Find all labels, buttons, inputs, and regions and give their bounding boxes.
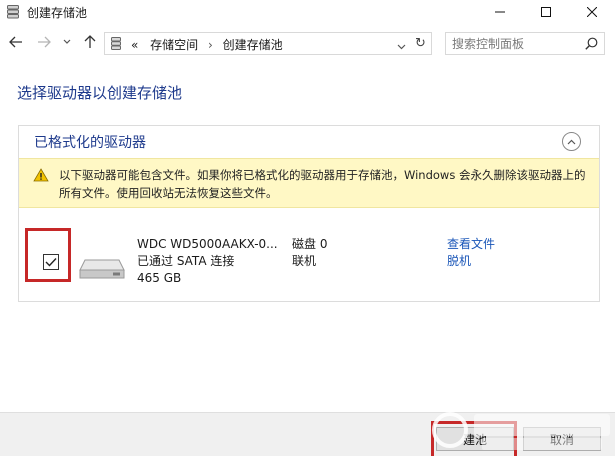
warning-icon <box>33 168 49 185</box>
navigation-bar: « 存储空间 › 创建存储池 ↻ <box>0 28 615 58</box>
search-input[interactable] <box>452 34 582 54</box>
minimize-button[interactable] <box>477 0 523 24</box>
drive-info: WDC WD5000AAKX-0... 已通过 SATA 连接 465 GB <box>137 236 278 287</box>
drive-disk-number: 磁盘 0 <box>292 237 328 251</box>
warning-text: 以下驱动器可能包含文件。如果你将已格式化的驱动器用于存储池，Windows 会永… <box>59 168 586 200</box>
drive-checkbox[interactable] <box>43 254 59 270</box>
drive-status: 联机 <box>292 254 317 268</box>
collapse-chevron-up-icon[interactable] <box>562 132 581 151</box>
storage-spaces-icon <box>7 5 19 19</box>
drive-name: WDC WD5000AAKX-0... <box>137 237 278 251</box>
drive-links: 查看文件 脱机 <box>447 236 495 270</box>
breadcrumb: « 存储空间 › 创建存储池 <box>131 36 283 53</box>
drive-connection: 已通过 SATA 连接 <box>137 254 235 268</box>
panel-header: 已格式化的驱动器 <box>19 126 599 158</box>
cancel-button[interactable]: 取消 <box>523 427 601 451</box>
search-icon[interactable] <box>585 37 598 53</box>
close-button[interactable] <box>569 0 615 24</box>
hard-drive-icon <box>79 258 125 283</box>
breadcrumb-item-create-pool[interactable]: 创建存储池 <box>223 38 283 52</box>
storage-spaces-icon <box>111 37 121 53</box>
breadcrumb-separator: › <box>208 38 213 52</box>
address-bar[interactable]: « 存储空间 › 创建存储池 ↻ <box>104 32 432 55</box>
view-files-link[interactable]: 查看文件 <box>447 236 495 253</box>
address-dropdown-chevron-icon[interactable] <box>397 39 406 53</box>
up-arrow-icon[interactable] <box>82 34 98 50</box>
formatted-drives-panel: 已格式化的驱动器 以下驱动器可能包含文件。如果你将已格式化的驱动器用于存储池，W… <box>18 125 600 302</box>
create-pool-button[interactable]: 建池 <box>436 427 514 451</box>
title-bar: 创建存储池 <box>0 0 615 24</box>
refresh-icon[interactable]: ↻ <box>415 36 426 51</box>
drive-meta: 磁盘 0 联机 <box>292 236 327 270</box>
dialog-footer: 建池 取消 <box>0 412 615 456</box>
recent-locations-chevron-icon[interactable] <box>62 34 72 50</box>
page-heading: 选择驱动器以创建存储池 <box>17 84 183 102</box>
breadcrumb-overflow[interactable]: « <box>131 38 138 52</box>
forward-arrow-icon[interactable] <box>36 34 52 50</box>
drive-row: WDC WD5000AAKX-0... 已通过 SATA 连接 465 GB 磁… <box>19 210 599 300</box>
take-offline-link[interactable]: 脱机 <box>447 253 495 270</box>
warning-banner: 以下驱动器可能包含文件。如果你将已格式化的驱动器用于存储池，Windows 会永… <box>19 158 599 208</box>
panel-title: 已格式化的驱动器 <box>34 135 146 151</box>
search-box[interactable] <box>445 32 605 55</box>
drive-size: 465 GB <box>137 271 182 285</box>
breadcrumb-item-storage-spaces[interactable]: 存储空间 <box>150 38 198 52</box>
window-title: 创建存储池 <box>27 6 88 20</box>
back-arrow-icon[interactable] <box>8 34 24 50</box>
maximize-button[interactable] <box>523 0 569 24</box>
